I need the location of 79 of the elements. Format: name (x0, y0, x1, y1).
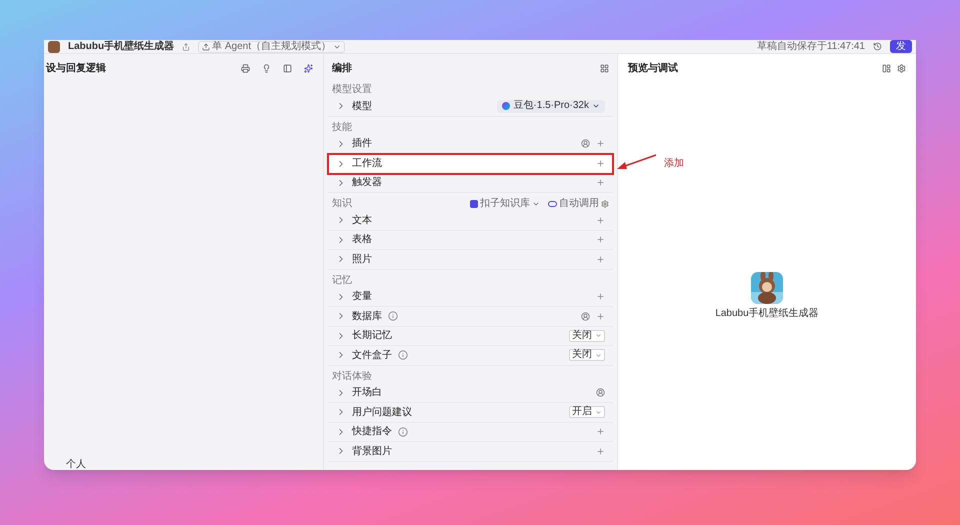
setting-row[interactable]: 表格 (328, 230, 613, 250)
scope-tab[interactable]: 个人 (64, 460, 88, 470)
auto-icon[interactable] (596, 388, 605, 398)
add-icon[interactable] (596, 312, 605, 321)
add-icon[interactable] (596, 216, 605, 225)
model-selector[interactable]: 豆包·1.5·Pro·32k (497, 100, 605, 113)
model-logo-icon (502, 102, 510, 110)
setting-row[interactable]: 数据库 (328, 307, 613, 326)
section-title: 记忆 (332, 274, 353, 288)
setting-row[interactable]: 文本 (328, 211, 613, 230)
app-name: Labubu手机壁纸生成器 (68, 42, 174, 52)
setting-row[interactable]: 文件盒子 关闭 (328, 346, 613, 366)
status-select[interactable]: 开启 (569, 406, 605, 418)
add-icon[interactable] (596, 159, 605, 168)
add-icon[interactable] (596, 178, 605, 188)
row-label: 数据库 (352, 310, 382, 324)
row-label: 照片 (352, 252, 372, 267)
bot-avatar (48, 40, 60, 52)
setting-row[interactable]: 模型 豆包·1.5·Pro·32k (328, 97, 613, 116)
section-title: 模型设置 (332, 82, 373, 97)
caret-icon (595, 332, 602, 340)
setting-row[interactable]: 用户问题建议 开启 (328, 403, 613, 422)
setting-row[interactable]: 快捷指令 (328, 422, 613, 442)
history-icon[interactable] (873, 42, 882, 51)
row-label: 触发器 (352, 176, 382, 190)
auto-icon[interactable] (581, 139, 590, 148)
add-icon[interactable] (596, 427, 605, 436)
setting-row[interactable]: 照片 (328, 250, 613, 270)
row-label: 表格 (352, 232, 372, 248)
knowledge-base-selector[interactable]: 扣子知识库 (470, 196, 540, 211)
row-label: 插件 (352, 137, 372, 152)
status-select[interactable]: 关闭 (569, 349, 605, 362)
row-label: 背景图片 (352, 444, 392, 459)
setting-row[interactable]: 开场白 (328, 384, 613, 403)
caret-icon (595, 352, 602, 359)
setting-row[interactable]: 长期记忆 关闭 (328, 326, 613, 346)
row-label: 用户问题建议 (352, 406, 412, 420)
panel-title: 设与回复逻辑 (46, 62, 107, 76)
annotation-arrow (616, 153, 658, 171)
section-title: 知识 (332, 197, 353, 211)
publish-button[interactable]: 发 (890, 40, 912, 53)
row-label: 模型 (352, 100, 372, 114)
grid-icon[interactable] (600, 64, 609, 72)
row-label: 长期记忆 (352, 328, 392, 344)
panel-title: 编排 (332, 62, 353, 76)
printer-icon[interactable] (241, 64, 250, 72)
row-label: 工作流 (352, 156, 382, 172)
sparkle-icon[interactable] (304, 64, 313, 72)
call-mode-selector[interactable]: 自动调用 (548, 196, 609, 211)
section-title: 对话体验 (332, 370, 373, 384)
save-status: 草稿自动保存于11:47:41 (756, 42, 865, 52)
settings-icon[interactable] (897, 64, 906, 72)
knowledge-icon (470, 200, 478, 208)
row-label: 变量 (352, 290, 372, 304)
setting-row[interactable]: 变量 (328, 288, 613, 307)
caret-icon (595, 408, 602, 416)
add-icon[interactable] (596, 139, 605, 148)
row-label: 文本 (352, 214, 372, 228)
mode-selector[interactable]: 单 Agent（自主规划模式） (198, 40, 346, 52)
status-select[interactable]: 关闭 (569, 330, 605, 342)
add-icon[interactable] (596, 446, 605, 456)
setting-row[interactable]: 背景图片 (328, 442, 613, 462)
panel-icon[interactable] (283, 64, 292, 72)
annotation-text: 添加 (664, 156, 684, 171)
bot-name: Labubu手机壁纸生成器 (715, 306, 819, 320)
add-icon[interactable] (596, 254, 605, 264)
add-icon[interactable] (596, 235, 605, 244)
auto-icon[interactable] (581, 312, 590, 321)
section-title: 技能 (332, 120, 353, 134)
row-label: 文件盒子 (352, 348, 392, 363)
setting-row[interactable]: 工作流 (328, 154, 613, 174)
panel-title: 预览与调试 (628, 62, 679, 76)
settings-icon (601, 200, 609, 208)
add-icon[interactable] (596, 292, 605, 302)
row-label: 开场白 (352, 386, 382, 400)
row-label: 快捷指令 (352, 424, 392, 440)
setting-row[interactable]: 触发器 (328, 174, 613, 193)
lightbulb-icon[interactable] (262, 64, 271, 72)
layout-icon[interactable] (882, 64, 891, 72)
